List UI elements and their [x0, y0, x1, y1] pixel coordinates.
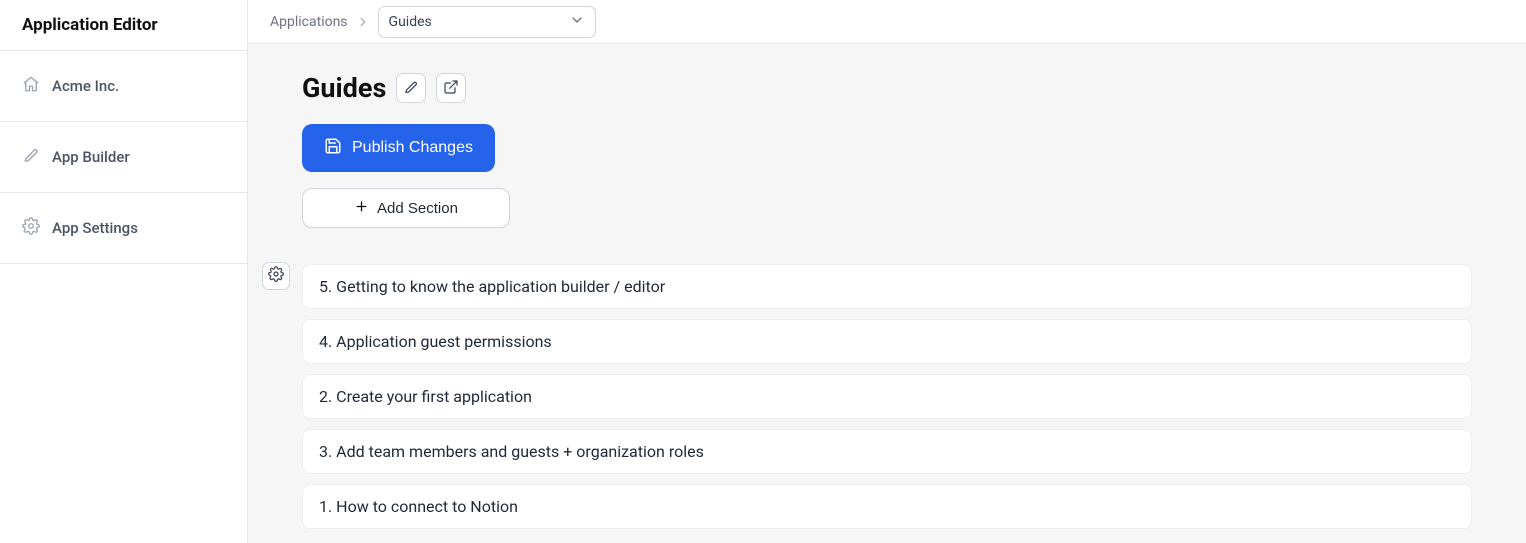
list-item[interactable]: 3. Add team members and guests + organiz… — [302, 429, 1472, 474]
content-area: Applications Guides Guides — [248, 0, 1526, 543]
save-icon — [324, 137, 342, 160]
gear-icon — [22, 217, 40, 239]
external-link-icon — [443, 79, 459, 98]
breadcrumb-select[interactable]: Guides — [378, 6, 596, 38]
sidebar-item-label: App Builder — [52, 148, 130, 166]
section-list: 5. Getting to know the application build… — [302, 264, 1472, 529]
add-section-label: Add Section — [377, 200, 458, 217]
sidebar-title: Application Editor — [0, 0, 247, 51]
open-external-button[interactable] — [436, 73, 466, 103]
publish-button-label: Publish Changes — [352, 139, 473, 157]
page-title-row: Guides — [302, 72, 1472, 104]
list-item[interactable]: 5. Getting to know the application build… — [302, 264, 1472, 309]
list-item[interactable]: 1. How to connect to Notion — [302, 484, 1472, 529]
chevron-right-icon — [356, 14, 370, 30]
sidebar-item-builder[interactable]: App Builder — [0, 122, 247, 193]
breadcrumb-select-value: Guides — [389, 14, 432, 30]
list-item[interactable]: 4. Application guest permissions — [302, 319, 1472, 364]
sidebar: Application Editor Acme Inc. App Builder… — [0, 0, 248, 543]
edit-title-button[interactable] — [396, 73, 426, 103]
publish-button[interactable]: Publish Changes — [302, 124, 495, 172]
chevron-down-icon — [569, 12, 585, 32]
add-section-button[interactable]: Add Section — [302, 188, 510, 228]
list-item[interactable]: 2. Create your first application — [302, 374, 1472, 419]
pencil-icon — [403, 79, 419, 98]
page-title: Guides — [302, 72, 386, 104]
section-settings-button[interactable] — [262, 262, 290, 290]
plus-icon — [354, 199, 369, 218]
pencil-icon — [22, 146, 40, 168]
sidebar-item-label: App Settings — [52, 219, 138, 237]
sidebar-item-label: Acme Inc. — [52, 77, 119, 95]
gear-icon — [268, 266, 284, 286]
sidebar-item-org[interactable]: Acme Inc. — [0, 51, 247, 122]
breadcrumb-parent[interactable]: Applications — [270, 14, 348, 30]
breadcrumb: Applications Guides — [248, 0, 1526, 44]
section-list-wrapper: 5. Getting to know the application build… — [302, 264, 1472, 529]
sidebar-item-settings[interactable]: App Settings — [0, 193, 247, 264]
main-panel: Guides Publish Changes — [248, 44, 1526, 543]
home-icon — [22, 75, 40, 97]
